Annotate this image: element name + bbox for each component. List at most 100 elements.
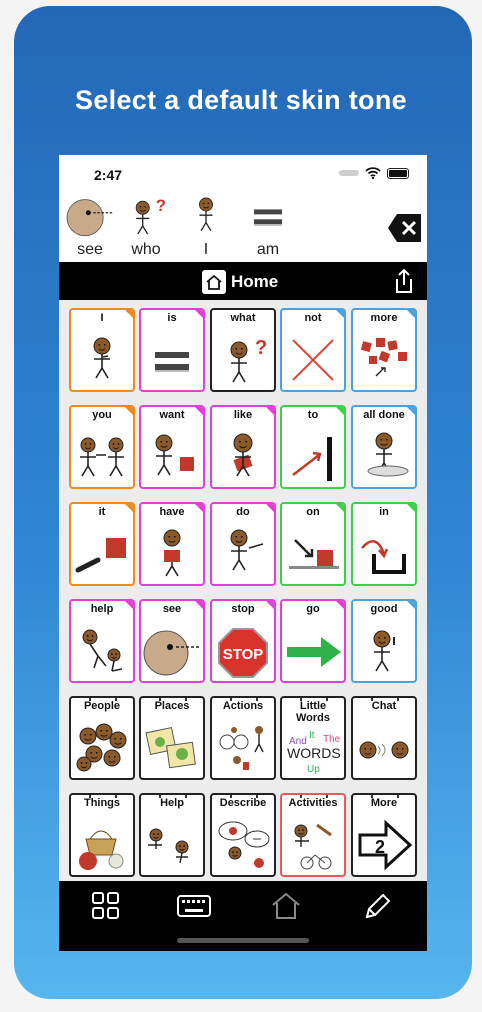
red-x-icon bbox=[292, 339, 334, 381]
person-pointing-self-icon bbox=[93, 337, 111, 379]
category-corner bbox=[406, 601, 415, 610]
grid-button[interactable]: Activities bbox=[280, 793, 346, 877]
home-indicator bbox=[177, 938, 309, 943]
grid-button[interactable]: have bbox=[139, 502, 205, 586]
grid-button[interactable]: more bbox=[351, 308, 417, 392]
category-corner bbox=[335, 601, 344, 610]
phone-screen: 2:47 am I? who see Home Iis what? not more you w… bbox=[59, 155, 427, 951]
grid-button-symbol bbox=[282, 623, 344, 679]
grid-button[interactable]: Actions bbox=[210, 696, 276, 780]
message-word-label: I bbox=[203, 241, 209, 258]
message-word-symbol: ? bbox=[117, 193, 175, 239]
grid-button[interactable]: see bbox=[139, 599, 205, 683]
share-icon[interactable] bbox=[393, 268, 415, 294]
eye-face-icon bbox=[143, 630, 200, 676]
home-icon[interactable] bbox=[269, 891, 303, 921]
message-word[interactable]: see bbox=[61, 193, 119, 259]
keyboard-icon[interactable] bbox=[177, 891, 211, 921]
svg-text:It: It bbox=[309, 730, 315, 741]
folder-tab bbox=[159, 698, 187, 701]
grid-button-symbol bbox=[212, 429, 274, 485]
grid-button-label: Places bbox=[154, 700, 190, 712]
message-word[interactable]: I bbox=[177, 193, 235, 259]
grid-button-symbol bbox=[212, 526, 274, 582]
grid-button[interactable]: More 2 bbox=[351, 793, 417, 877]
person-reaching-icon bbox=[155, 434, 194, 476]
backspace-icon[interactable] bbox=[387, 213, 423, 243]
grid-button[interactable]: all done bbox=[351, 405, 417, 489]
message-word-symbol bbox=[61, 193, 119, 239]
grid-button-symbol: ? bbox=[212, 332, 274, 388]
equals-icon bbox=[254, 209, 282, 226]
message-bar[interactable]: am I? who see bbox=[59, 191, 427, 261]
grid-button[interactable]: stop STOP bbox=[210, 599, 276, 683]
question-person-icon: ? bbox=[135, 197, 166, 235]
folder-tab bbox=[371, 698, 399, 701]
stop-sign-icon: STOP bbox=[218, 628, 268, 678]
help-people-icon bbox=[148, 828, 189, 864]
message-word[interactable]: am bbox=[239, 193, 297, 259]
home-title[interactable]: Home bbox=[202, 270, 278, 294]
grid-button[interactable]: good bbox=[351, 599, 417, 683]
grid-button[interactable]: want bbox=[139, 405, 205, 489]
bottom-toolbar bbox=[59, 881, 427, 951]
grid-button-label: Activities bbox=[288, 797, 338, 809]
grid-button[interactable]: what? bbox=[210, 308, 276, 392]
svg-text:Up: Up bbox=[307, 764, 320, 775]
grid-button-symbol bbox=[282, 332, 344, 388]
grid-button[interactable]: you bbox=[69, 405, 135, 489]
grid-button-symbol bbox=[141, 720, 203, 776]
grid-button[interactable]: is bbox=[139, 308, 205, 392]
red-squares-icon bbox=[360, 338, 407, 377]
grid-button[interactable]: Things bbox=[69, 793, 135, 877]
grid-button[interactable]: Little Words And It The WORDS Up bbox=[280, 696, 346, 780]
grid-button[interactable]: Help bbox=[139, 793, 205, 877]
grid-button[interactable]: to bbox=[280, 405, 346, 489]
grid-button-symbol bbox=[141, 623, 203, 679]
grid-button[interactable]: go bbox=[280, 599, 346, 683]
category-corner bbox=[406, 504, 415, 513]
message-word[interactable]: ? who bbox=[117, 193, 175, 259]
question-person-icon: ? bbox=[230, 337, 267, 383]
grid-button[interactable]: in bbox=[351, 502, 417, 586]
grid-button[interactable]: on bbox=[280, 502, 346, 586]
category-corner bbox=[124, 601, 133, 610]
category-corner bbox=[335, 310, 344, 319]
grid-button[interactable]: People bbox=[69, 696, 135, 780]
folder-tab bbox=[159, 795, 187, 798]
category-corner bbox=[124, 407, 133, 416]
grid-button[interactable]: it bbox=[69, 502, 135, 586]
folder-tab bbox=[371, 795, 399, 798]
describe-icon bbox=[218, 821, 270, 868]
grid-button-symbol: 2 bbox=[353, 817, 415, 873]
category-corner bbox=[194, 601, 203, 610]
group-faces-icon bbox=[76, 723, 127, 772]
grid-button-label: People bbox=[83, 700, 121, 712]
grid-button[interactable]: like bbox=[210, 405, 276, 489]
nav-title: Home bbox=[231, 272, 279, 291]
grid-icon[interactable] bbox=[89, 891, 123, 921]
grid-button-symbol bbox=[71, 623, 133, 679]
two-people-icon bbox=[80, 437, 124, 477]
grid-button[interactable]: help bbox=[69, 599, 135, 683]
actions-icon bbox=[219, 726, 264, 770]
grid-button[interactable]: Places bbox=[139, 696, 205, 780]
folder-tab bbox=[230, 795, 258, 798]
pencil-icon[interactable] bbox=[359, 891, 393, 921]
person-holding-box-icon bbox=[163, 529, 181, 577]
grid-button[interactable]: Chat bbox=[351, 696, 417, 780]
grid-button-symbol bbox=[71, 429, 133, 485]
grid-button[interactable]: Describe bbox=[210, 793, 276, 877]
category-corner bbox=[406, 407, 415, 416]
message-word-label: who bbox=[131, 241, 161, 258]
grid-button[interactable]: do bbox=[210, 502, 276, 586]
arrow-to-line-icon bbox=[292, 437, 332, 481]
equals-icon bbox=[155, 352, 189, 372]
svg-text:The: The bbox=[323, 734, 341, 745]
grid-button-symbol bbox=[212, 720, 274, 776]
grid-button-symbol bbox=[71, 332, 133, 388]
grid-button[interactable]: I bbox=[69, 308, 135, 392]
grid-button-symbol bbox=[353, 429, 415, 485]
grid-button-symbol: And It The WORDS Up bbox=[282, 720, 344, 776]
grid-button[interactable]: not bbox=[280, 308, 346, 392]
